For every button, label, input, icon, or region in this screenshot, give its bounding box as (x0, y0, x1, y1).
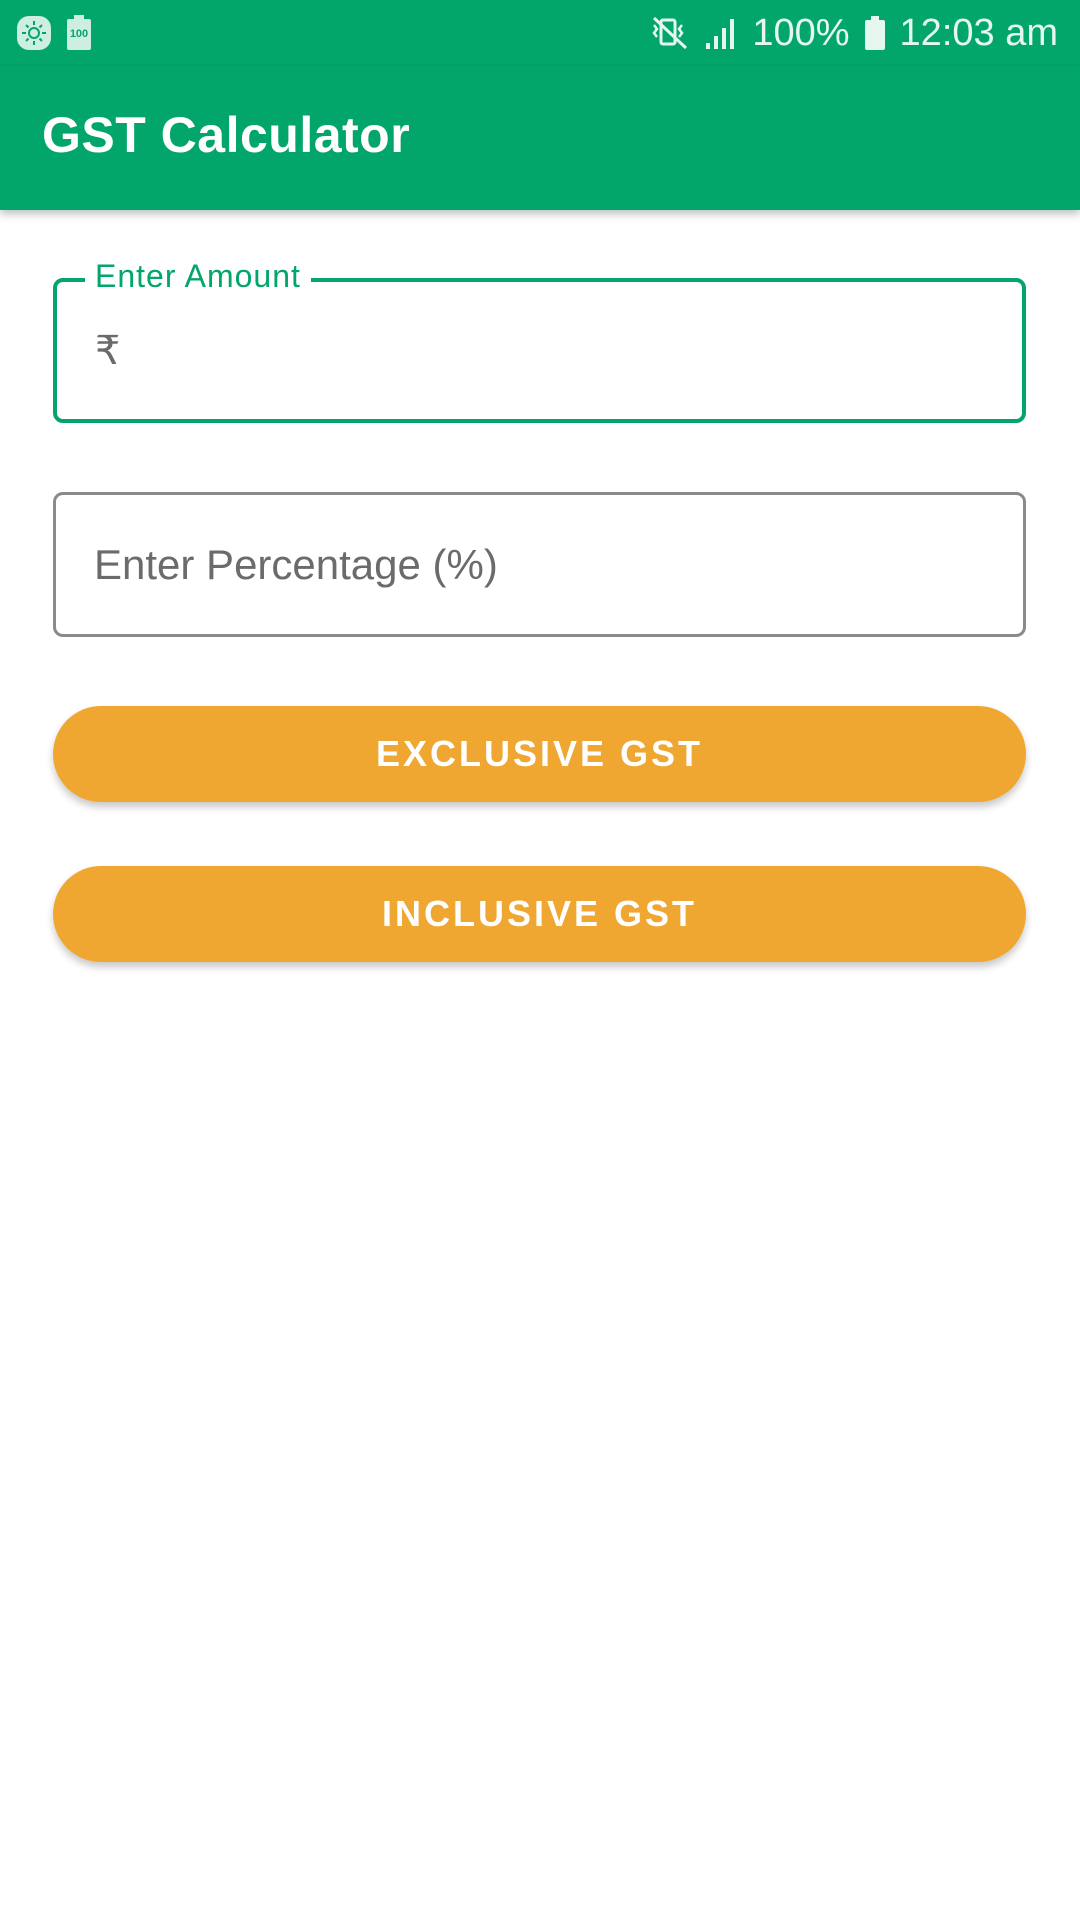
app-title: GST Calculator (42, 107, 411, 163)
status-left-icons: 100 (16, 14, 92, 52)
signal-icon (704, 15, 738, 51)
amount-input[interactable] (147, 282, 992, 419)
status-right-icons: 100% 12:03 am (650, 8, 1058, 58)
app-bar: GST Calculator (0, 66, 1080, 210)
battery-badge-text: 100 (69, 28, 89, 40)
exclusive-gst-button[interactable]: EXCLUSIVE GST (53, 706, 1026, 802)
status-time: 12:03 am (899, 11, 1058, 54)
battery-100-icon: 100 (66, 15, 92, 51)
percentage-input[interactable] (94, 495, 993, 634)
battery-percent: 100% (752, 11, 850, 54)
brightness-app-icon (16, 15, 52, 51)
percentage-field[interactable] (53, 492, 1026, 637)
amount-field[interactable]: Enter Amount ₹ (53, 258, 1026, 423)
vibrate-mute-icon (650, 15, 690, 51)
rupee-prefix: ₹ (95, 329, 121, 373)
status-bar: 100 100% 12:03 am (0, 0, 1080, 66)
battery-icon (864, 15, 886, 51)
inclusive-gst-button[interactable]: INCLUSIVE GST (53, 866, 1026, 962)
